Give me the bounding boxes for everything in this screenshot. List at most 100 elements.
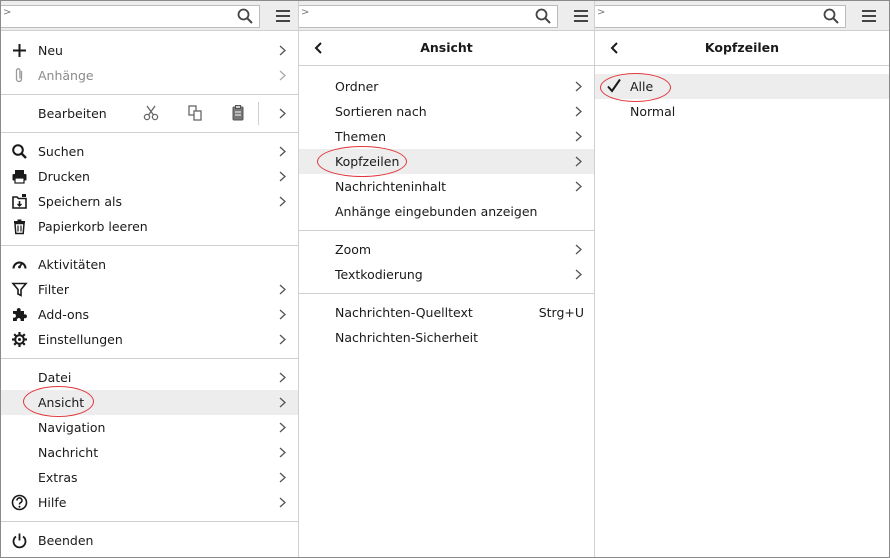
menu-item-sortieren-nach[interactable]: Sortieren nach <box>299 99 594 124</box>
menu-item-anhaenge[interactable]: Anhänge <box>1 63 298 88</box>
scissors-icon[interactable] <box>141 103 161 123</box>
menu-item-neu[interactable]: Neu <box>1 38 298 63</box>
keyboard-shortcut: Strg+U <box>538 305 584 320</box>
chevron-right-icon <box>575 156 582 167</box>
printer-icon <box>12 170 27 184</box>
field-arrow-icon: > <box>3 7 12 18</box>
chevron-right-icon <box>279 196 286 207</box>
separator <box>1 94 298 95</box>
power-icon <box>12 533 27 549</box>
save-as-icon <box>12 194 27 209</box>
chevron-right-icon <box>279 372 286 383</box>
submenu-header: Ansicht <box>299 31 594 66</box>
kopfzeilen-menu-panel: > Kopfzeilen Alle Normal <box>595 1 889 557</box>
menu-item-anhaenge-eingebunden[interactable]: Anhänge eingebunden anzeigen <box>299 199 594 224</box>
hamburger-menu-icon[interactable] <box>273 6 293 26</box>
app-window: > Neu Anhänge Bearbeiten Suchen Drucken … <box>0 0 890 558</box>
search-field[interactable]: > <box>595 5 846 28</box>
menu-item-nachrichten-sicherheit[interactable]: Nachrichten-Sicherheit <box>299 325 594 350</box>
help-icon <box>11 494 28 511</box>
hamburger-menu-icon[interactable] <box>571 6 591 26</box>
menu-item-ansicht[interactable]: Ansicht <box>1 390 298 415</box>
menu-item-hilfe[interactable]: Hilfe <box>1 490 298 515</box>
menu-item-einstellungen[interactable]: Einstellungen <box>1 327 298 352</box>
separator <box>299 293 594 294</box>
menu-item-alle[interactable]: Alle <box>595 74 889 99</box>
chevron-right-icon <box>279 146 286 157</box>
menu-item-label: Anhänge eingebunden anzeigen <box>335 204 538 219</box>
hamburger-menu-icon[interactable] <box>859 6 879 26</box>
menu-item-label: Ordner <box>335 79 379 94</box>
menu-item-label: Nachricht <box>38 445 99 460</box>
menu-item-label: Nachrichten-Quelltext <box>335 305 473 320</box>
menu-item-label: Zoom <box>335 242 372 257</box>
menu-item-label: Einstellungen <box>38 332 123 347</box>
chevron-right-icon <box>279 497 286 508</box>
funnel-icon <box>11 282 28 297</box>
menu-item-label: Kopfzeilen <box>335 154 400 169</box>
toolbar: > <box>595 1 889 31</box>
menu-item-label: Anhänge <box>38 68 94 83</box>
chevron-right-icon <box>575 81 582 92</box>
menu-item-datei[interactable]: Datei <box>1 365 298 390</box>
chevron-right-icon <box>575 181 582 192</box>
menu-item-kopfzeilen[interactable]: Kopfzeilen <box>299 149 594 174</box>
chevron-right-icon <box>575 244 582 255</box>
gear-icon <box>12 332 27 347</box>
menu-item-ordner[interactable]: Ordner <box>299 74 594 99</box>
menu-item-label: Speichern als <box>38 194 122 209</box>
vertical-separator <box>258 102 259 125</box>
menu-item-label: Textkodierung <box>335 267 423 282</box>
chevron-right-icon <box>279 108 286 119</box>
search-icon[interactable] <box>823 8 839 24</box>
menu-item-zoom[interactable]: Zoom <box>299 237 594 262</box>
search-field[interactable]: > <box>299 5 558 28</box>
menu-item-speichern-als[interactable]: Speichern als <box>1 189 298 214</box>
menu-item-filter[interactable]: Filter <box>1 277 298 302</box>
menu-item-nachrichten-quelltext[interactable]: Nachrichten-Quelltext Strg+U <box>299 300 594 325</box>
search-field[interactable]: > <box>1 5 260 28</box>
menu-item-label: Extras <box>38 470 78 485</box>
chevron-right-icon <box>279 70 286 81</box>
plus-icon <box>13 44 26 57</box>
menu-item-beenden[interactable]: Beenden <box>1 528 298 553</box>
menu-item-label: Navigation <box>38 420 106 435</box>
menu-item-label: Sortieren nach <box>335 104 427 119</box>
menu-item-label: Bearbeiten <box>38 106 107 121</box>
menu-item-textkodierung[interactable]: Textkodierung <box>299 262 594 287</box>
submenu-title: Ansicht <box>420 40 473 55</box>
main-menu-panel: > Neu Anhänge Bearbeiten Suchen Drucken … <box>1 1 299 557</box>
separator <box>1 245 298 246</box>
puzzle-icon <box>13 308 27 321</box>
menu-item-label: Nachrichteninhalt <box>335 179 447 194</box>
menu-item-themen[interactable]: Themen <box>299 124 594 149</box>
menu-item-label: Datei <box>38 370 72 385</box>
trash-icon <box>14 219 25 235</box>
chevron-right-icon <box>279 334 286 345</box>
search-icon[interactable] <box>237 8 253 24</box>
menu-item-normal[interactable]: Normal <box>595 99 889 124</box>
menu-item-bearbeiten[interactable]: Bearbeiten <box>1 101 298 126</box>
separator <box>299 230 594 231</box>
menu-item-label: Beenden <box>38 533 94 548</box>
menu-item-label: Normal <box>630 104 676 119</box>
menu-item-nachrichteninhalt[interactable]: Nachrichteninhalt <box>299 174 594 199</box>
chevron-right-icon <box>279 45 286 56</box>
search-icon[interactable] <box>535 8 551 24</box>
menu-item-extras[interactable]: Extras <box>1 465 298 490</box>
submenu-header: Kopfzeilen <box>595 31 889 66</box>
menu-item-label: Hilfe <box>38 495 67 510</box>
field-arrow-icon: > <box>597 7 606 18</box>
copy-icon[interactable] <box>185 103 205 123</box>
chevron-right-icon <box>575 131 582 142</box>
menu-item-add-ons[interactable]: Add-ons <box>1 302 298 327</box>
menu-item-aktivitaeten[interactable]: Aktivitäten <box>1 252 298 277</box>
clipboard-icon[interactable] <box>228 103 248 123</box>
search-icon <box>12 144 27 159</box>
menu-item-drucken[interactable]: Drucken <box>1 164 298 189</box>
menu-item-suchen[interactable]: Suchen <box>1 139 298 164</box>
menu-item-nachricht[interactable]: Nachricht <box>1 440 298 465</box>
menu-item-papierkorb-leeren[interactable]: Papierkorb leeren <box>1 214 298 239</box>
menu-item-label: Themen <box>335 129 387 144</box>
menu-item-navigation[interactable]: Navigation <box>1 415 298 440</box>
